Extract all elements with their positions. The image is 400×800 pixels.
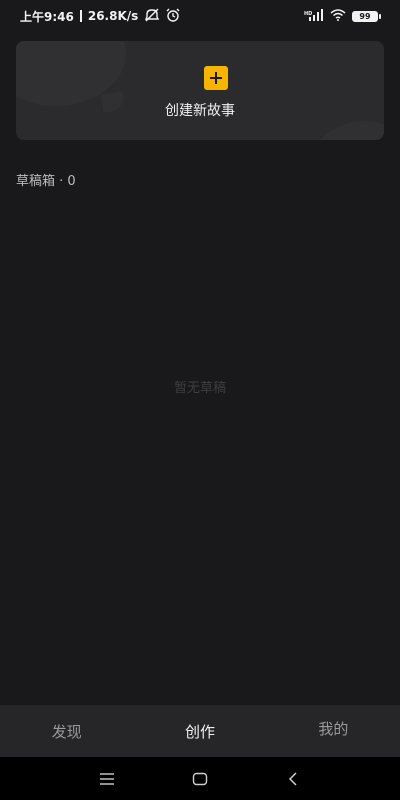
home-icon[interactable] [180, 759, 220, 799]
network-speed: 26.8K/s [87, 9, 139, 23]
status-separator [79, 10, 82, 22]
mute-icon [144, 8, 160, 25]
system-nav-bar [0, 757, 400, 800]
tab-mine[interactable]: 我的 [267, 705, 400, 757]
svg-text:HD: HD [304, 11, 312, 17]
wifi-icon [330, 8, 346, 24]
menu-icon[interactable] [87, 759, 127, 799]
create-story-card[interactable]: 创建新故事 [16, 41, 384, 140]
status-left: 上午9:46 26.8K/s [20, 8, 180, 25]
battery-icon: 99 [352, 10, 381, 22]
drafts-empty-text: 暂无草稿 [173, 381, 226, 396]
drafts-header: 草稿箱 · 0 [16, 174, 76, 189]
status-bar: 上午9:46 26.8K/s HD 99 [0, 0, 400, 32]
status-right: HD 99 [304, 8, 381, 24]
bottom-tab-bar: 发现 创作 我的 [0, 705, 400, 757]
alarm-icon [166, 8, 180, 25]
hd-signal-icon: HD [304, 8, 324, 24]
create-story-label: 创建新故事 [165, 103, 235, 119]
tab-discover[interactable]: 发现 [0, 705, 133, 757]
status-time: 上午9:46 [20, 9, 74, 24]
tab-create[interactable]: 创作 [133, 705, 266, 757]
plus-icon[interactable] [204, 66, 228, 90]
back-icon[interactable] [273, 759, 313, 799]
card-decoration-arc [304, 121, 384, 140]
battery-level: 99 [359, 11, 371, 21]
